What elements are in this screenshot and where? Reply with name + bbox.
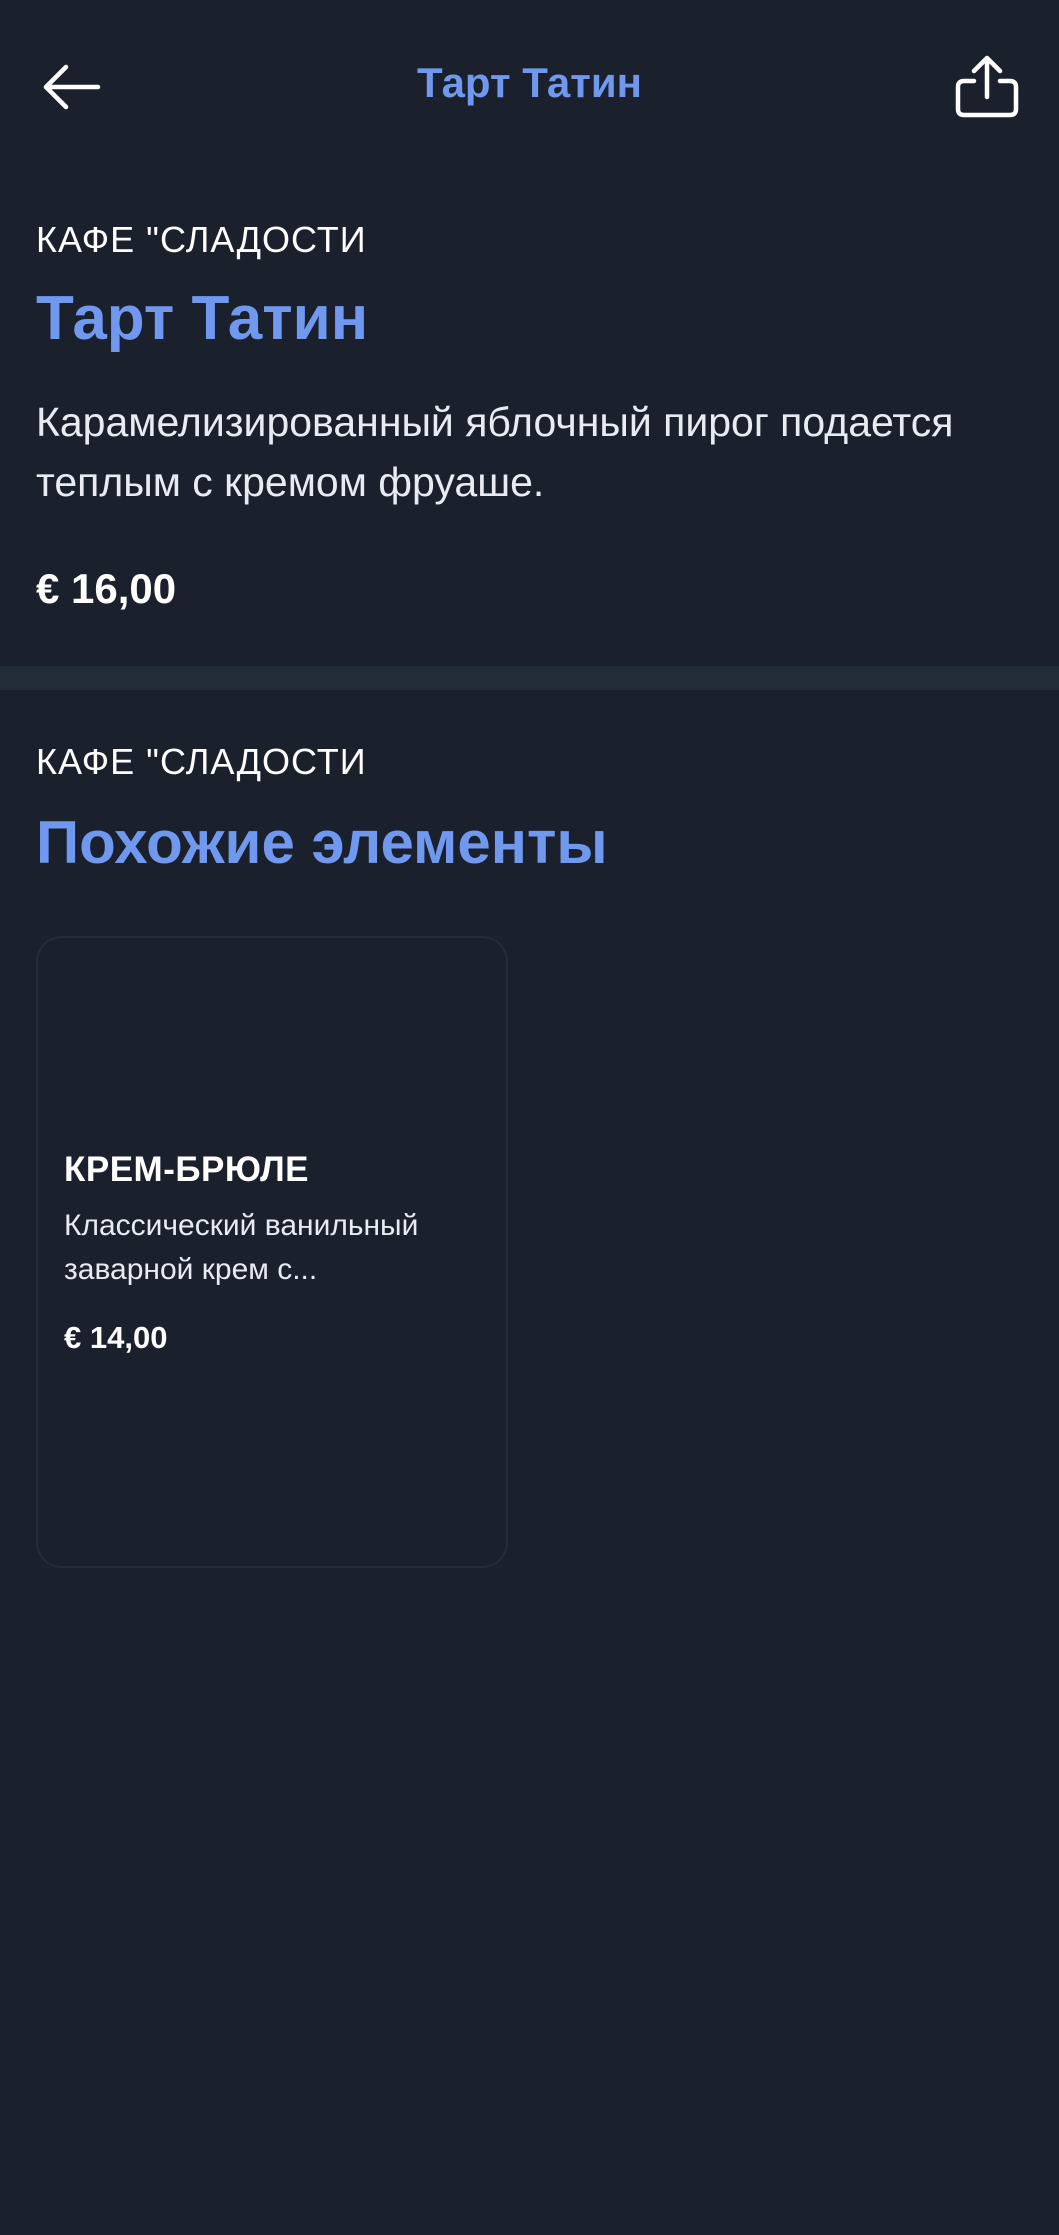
similar-items-section: КАФЕ "СЛАДОСТИ Похожие элементы — [36, 740, 1026, 878]
similar-items-heading: Похожие элементы — [36, 809, 608, 876]
similar-restaurant-name: КАФЕ "СЛАДОСТИ — [36, 741, 367, 782]
restaurant-name: КАФЕ "СЛАДОСТИ — [36, 219, 367, 260]
section-divider — [0, 666, 1059, 690]
similar-item-card[interactable]: КРЕМ-БРЮЛЕ Классический ванильный заварн… — [36, 936, 508, 1568]
item-title: Тарт Татин — [36, 284, 369, 353]
item-price: € 16,00 — [36, 565, 177, 612]
share-icon — [955, 55, 1019, 118]
item-details: КАФЕ "СЛАДОСТИ Тарт Татин Карамелизирова… — [36, 218, 1026, 614]
item-description: Карамелизированный яблочный пирог подает… — [36, 399, 954, 505]
similar-item-name: КРЕМ-БРЮЛЕ — [64, 1150, 310, 1189]
similar-item-price: € 14,00 — [64, 1320, 168, 1355]
nav-title: Тарт Татин — [416, 59, 643, 106]
share-button[interactable] — [950, 46, 1024, 126]
top-navigation-bar: Тарт Татин — [0, 0, 1059, 170]
similar-item-description: Классический ванильный заварной крем с..… — [64, 1209, 419, 1286]
